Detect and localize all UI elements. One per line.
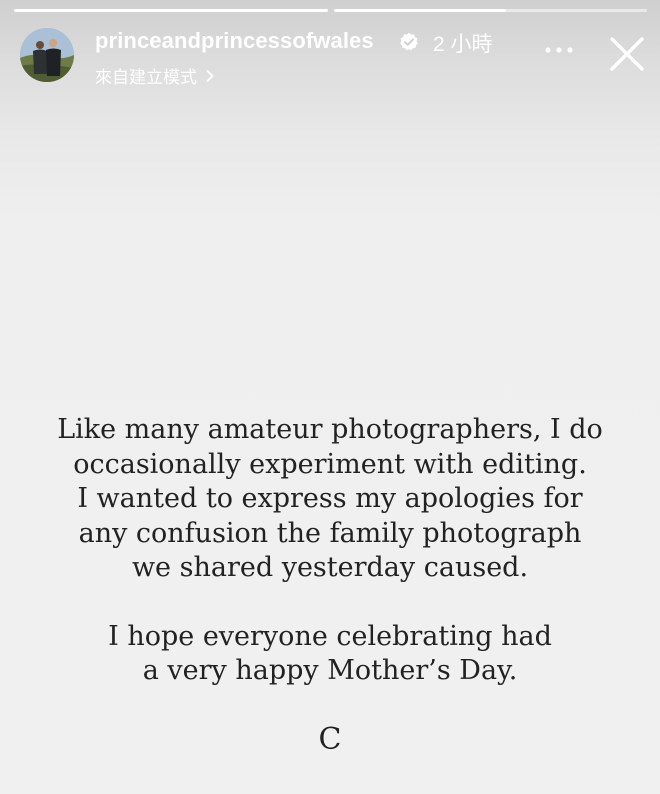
- message-line: a very happy Mother’s Day.: [142, 655, 518, 686]
- avatar[interactable]: [20, 28, 74, 82]
- progress-segment-1: [14, 9, 328, 12]
- progress-segment-2: [333, 9, 647, 12]
- avatar-image: [20, 28, 74, 82]
- close-icon[interactable]: [609, 36, 645, 72]
- progress-fill-2: [333, 9, 506, 12]
- creation-mode-link[interactable]: 來自建立模式: [95, 63, 217, 88]
- story-header: princeandprincessofwales 2 小時 來自建立模式: [20, 26, 646, 88]
- message-line: any confusion the family photograph: [78, 517, 582, 549]
- progress-fill-1: [14, 9, 328, 12]
- creation-mode-label: 來自建立模式: [95, 68, 197, 87]
- more-options-icon[interactable]: [544, 44, 574, 56]
- message-paragraph-2: I hope everyone celebrating had a very h…: [40, 620, 620, 689]
- story-progress-bars: [14, 9, 647, 12]
- message-line: I wanted to express my apologies for: [77, 483, 583, 514]
- post-timestamp: 2 小時: [433, 33, 493, 56]
- story-message: Like many amateur photographers, I do oc…: [40, 413, 620, 689]
- message-paragraph-1: Like many amateur photographers, I do oc…: [40, 413, 620, 586]
- message-line: occasionally experiment with editing.: [73, 448, 587, 480]
- username[interactable]: princeandprincessofwales: [95, 28, 374, 54]
- message-line: we shared yesterday caused.: [131, 552, 529, 583]
- signature: C: [318, 722, 342, 757]
- message-line: I hope everyone celebrating had: [108, 620, 552, 652]
- verified-badge-icon: [400, 32, 418, 51]
- message-line: Like many amateur photographers, I do: [57, 414, 603, 445]
- chevron-right-icon: [206, 69, 214, 82]
